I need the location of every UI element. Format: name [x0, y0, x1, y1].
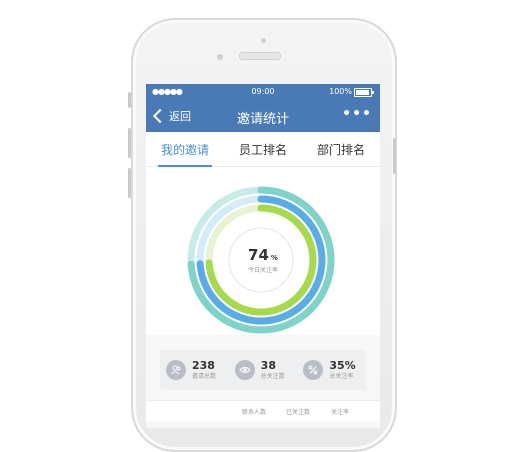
phone-screen: ●●●●● 09:00 100% 返回 邀请统计 ••• 我的邀请 员工排名 部… [146, 84, 380, 428]
earpiece-speaker [239, 52, 281, 60]
ring-percent-unit: % [270, 254, 278, 262]
eye-icon [234, 360, 255, 380]
stats-row: 238 邀请总数 38 总关注数 35% 总关注率 [160, 350, 366, 390]
nav-bar: 返回 邀请统计 ••• [146, 100, 380, 132]
battery-percent: 100% [329, 87, 352, 96]
volume-up-button [128, 128, 131, 158]
stat-invites-value: 238 [192, 358, 215, 372]
tab-bar: 我的邀请 员工排名 部门排名 [146, 132, 380, 167]
table-header-rate: 关注率 [331, 409, 350, 416]
table-header-contacts: 联系人数 [242, 409, 267, 416]
sensor-dot [217, 54, 223, 60]
stat-invites: 238 邀请总数 [160, 350, 229, 390]
power-button [393, 138, 396, 174]
ring-chart-panel: 74% 今日关注率 [146, 167, 380, 335]
stat-follows-value: 38 [260, 358, 276, 372]
mute-switch [128, 92, 131, 108]
percent-icon [303, 360, 324, 380]
users-icon [166, 360, 186, 380]
stat-follow-rate: 35% 总关注率 [297, 350, 366, 390]
stat-follow-rate-label: 总关注率 [329, 372, 354, 380]
more-menu-button[interactable]: ••• [342, 106, 372, 122]
tab-employee-ranking[interactable]: 员工排名 [224, 132, 302, 166]
tab-department-ranking[interactable]: 部门排名 [302, 132, 380, 166]
stat-follows-label: 总关注数 [260, 372, 285, 380]
ring-center-value: 74% [146, 245, 380, 264]
ring-center-label: 今日关注率 [247, 267, 278, 274]
front-camera [261, 38, 266, 43]
table-header: 联系人数 已关注数 关注率 [146, 400, 380, 421]
ring-percent-number: 74 [248, 246, 269, 264]
status-bar: ●●●●● 09:00 100% [146, 84, 380, 100]
table-header-followed: 已关注数 [286, 409, 311, 416]
stat-follows: 38 总关注数 [229, 350, 298, 390]
tab-my-invites[interactable]: 我的邀请 [146, 132, 224, 167]
volume-down-button [128, 168, 131, 198]
stat-invites-label: 邀请总数 [192, 372, 217, 380]
battery-icon [354, 88, 374, 97]
stat-follow-rate-value: 35% [329, 358, 356, 372]
